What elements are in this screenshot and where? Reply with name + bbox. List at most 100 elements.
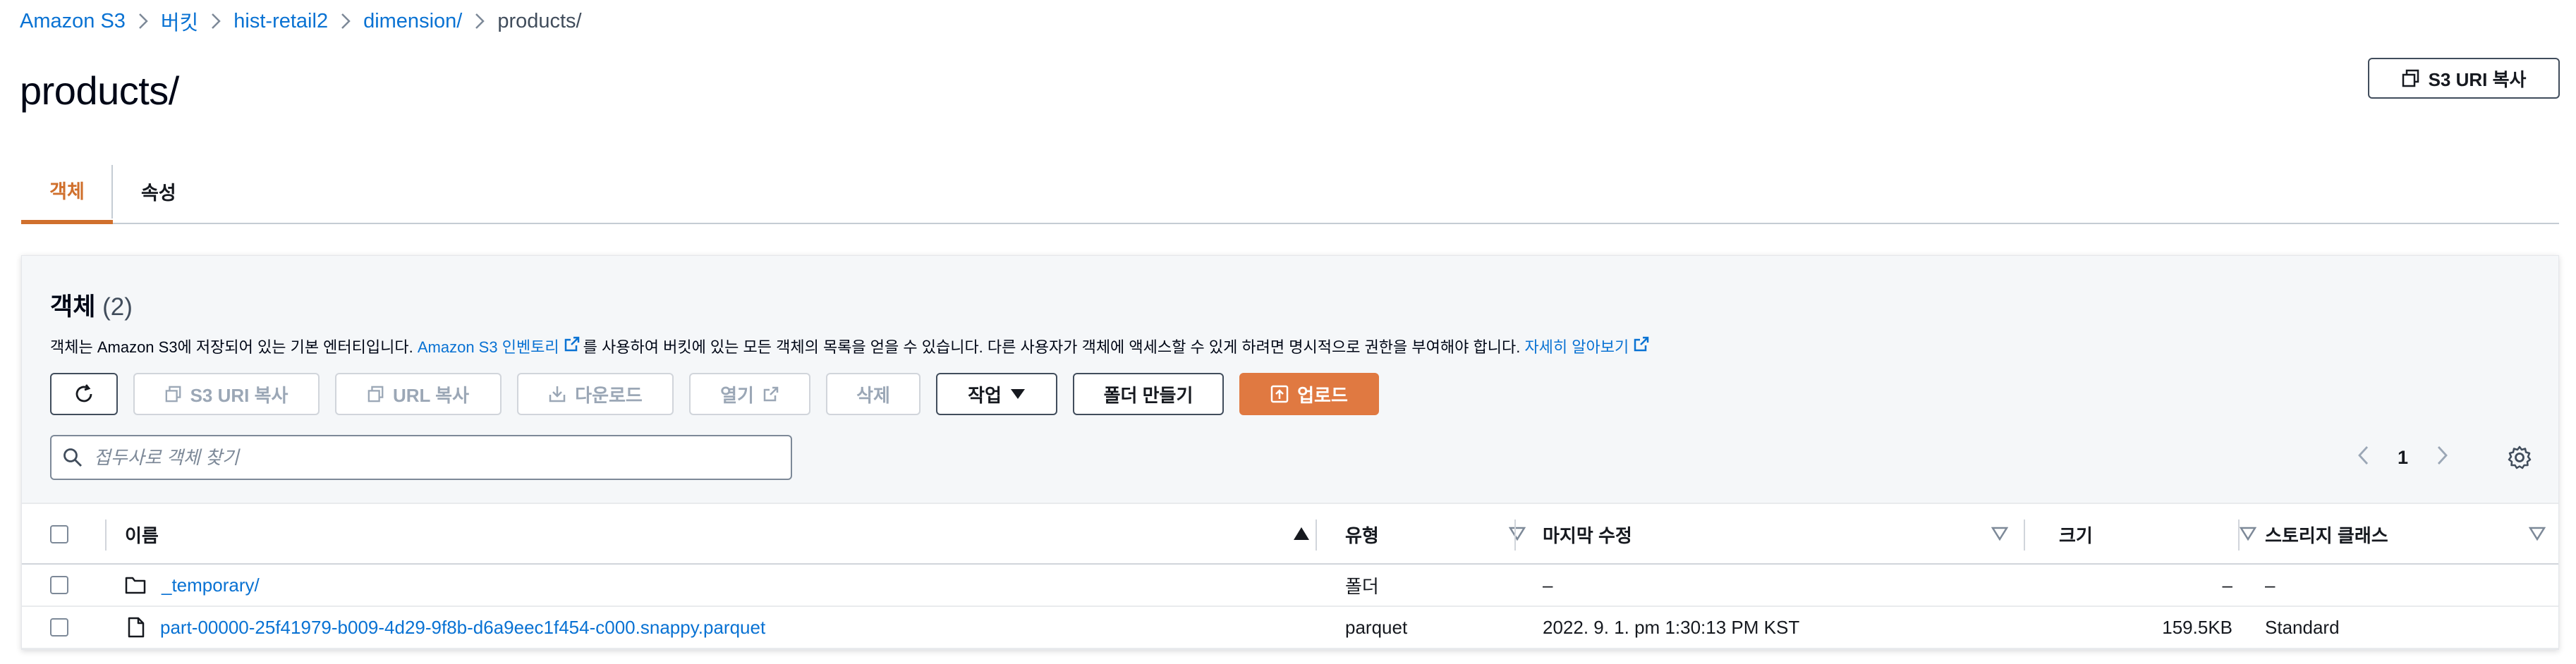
object-type: parquet [1345,616,1408,638]
object-type: 폴더 [1345,575,1379,597]
inventory-link[interactable]: Amazon S3 인벤토리 [418,335,559,357]
row-checkbox[interactable] [50,565,68,605]
column-divider [105,519,107,551]
objects-panel-header: 객체 (2) 객체는 Amazon S3에 저장되어 있는 기본 엔터티입니다.… [22,256,2558,503]
column-header-name[interactable]: 이름 [125,504,1324,565]
tab-list: 객체 속성 [21,159,2559,224]
refresh-icon [75,384,92,402]
tab-properties-label: 속성 [141,182,176,204]
object-name-link[interactable]: _temporary/ [162,574,260,596]
table-row[interactable]: part-00000-25f41979-b009-4d29-9f8b-d6a9e… [22,607,2558,649]
open-button[interactable]: 열기 [689,373,810,415]
copy-s3-uri-toolbar-label: S3 URI 복사 [190,384,288,406]
page-title: products/ [20,68,179,113]
tab-objects[interactable]: 객체 [21,159,113,224]
external-link-icon [1633,336,1650,357]
previous-page-button[interactable] [2357,445,2369,471]
create-folder-label: 폴더 만들기 [1103,384,1193,406]
breadcrumb-dimension[interactable]: dimension/ [363,10,462,33]
column-divider [2238,519,2240,551]
search-icon [63,448,82,467]
external-link-icon [763,386,779,402]
search-box [50,435,792,480]
chevron-left-icon [2358,445,2369,465]
column-divider [1514,519,1516,551]
objects-panel-title: 객체 (2) [50,287,133,323]
breadcrumb-bucket-hist-retail2[interactable]: hist-retail2 [233,10,328,33]
column-divider [2024,519,2025,551]
breadcrumb: Amazon S3 버킷 hist-retail2 dimension/ pro… [20,6,582,36]
upload-icon [1270,385,1289,403]
download-button[interactable]: 다운로드 [517,373,674,415]
tab-divider [111,165,113,219]
column-header-type[interactable]: 유형 [1345,504,1540,565]
actions-dropdown-button[interactable]: 작업 [936,373,1057,415]
next-page-button[interactable] [2436,445,2449,471]
copy-icon [367,386,384,402]
pagination: 1 [2357,435,2449,480]
download-label: 다운로드 [575,384,643,406]
row-checkbox[interactable] [50,607,68,648]
table-row[interactable]: _temporary/ 폴더 – – – [22,565,2558,607]
copy-icon [2402,69,2419,87]
copy-s3-uri-toolbar-button[interactable]: S3 URI 복사 [133,373,320,415]
upload-label: 업로드 [1297,384,1348,406]
object-last-modified: 2022. 9. 1. pm 1:30:13 PM KST [1543,616,1800,638]
copy-s3-uri-button[interactable]: S3 URI 복사 [2368,58,2560,99]
chevron-right-icon [198,13,233,30]
table-settings-button[interactable] [2502,439,2537,476]
copy-s3-uri-label: S3 URI 복사 [2428,68,2527,90]
upload-button[interactable]: 업로드 [1239,373,1379,415]
download-icon [549,386,566,402]
column-storage-class-label: 스토리지 클래스 [2265,524,2388,546]
objects-toolbar: S3 URI 복사 URL 복사 다운로드 열기 삭제 작업 폴더 만들기 업로… [50,373,1379,415]
breadcrumb-buckets[interactable]: 버킷 [161,6,198,36]
sort-icon [1509,527,1526,541]
caret-down-icon [1010,389,1025,399]
current-page-number[interactable]: 1 [2398,447,2408,469]
learn-more-link[interactable]: 자세히 알아보기 [1524,335,1629,357]
description-text-1: 객체는 Amazon S3에 저장되어 있는 기본 엔터티입니다. [50,338,413,356]
object-name-link[interactable]: part-00000-25f41979-b009-4d29-9f8b-d6a9e… [160,617,765,639]
column-size-label: 크기 [2059,524,2093,546]
chevron-right-icon [328,13,363,30]
tab-objects-label: 객체 [49,180,85,202]
sort-icon [2529,527,2546,541]
delete-button[interactable]: 삭제 [826,373,921,415]
object-size: 159.5KB [2162,616,2232,638]
column-type-label: 유형 [1345,524,1379,546]
tab-properties[interactable]: 속성 [141,159,176,223]
refresh-button[interactable] [50,373,118,415]
select-all-checkbox[interactable] [50,504,68,565]
object-storage-class: – [2265,574,2276,596]
chevron-right-icon [462,13,497,30]
description-text-2: 를 사용하여 버킷에 있는 모든 객체의 목록을 얻을 수 있습니다. 다른 사… [583,338,1521,356]
external-link-icon [564,336,581,357]
object-name-cell: _temporary/ [125,565,260,605]
create-folder-button[interactable]: 폴더 만들기 [1073,373,1224,415]
sort-ascending-icon [1294,527,1309,540]
chevron-right-icon [2437,445,2448,465]
column-header-last-modified[interactable]: 마지막 수정 [1543,504,2022,565]
copy-icon [165,386,181,402]
file-icon [128,617,145,638]
gear-icon [2508,445,2532,469]
sort-icon [2240,527,2256,541]
objects-description: 객체는 Amazon S3에 저장되어 있는 기본 엔터티입니다. Amazon… [50,335,1653,357]
copy-url-label: URL 복사 [392,384,470,406]
breadcrumb-current: products/ [497,9,582,32]
folder-icon [125,577,146,594]
object-size: – [2222,574,2232,596]
search-input[interactable] [94,446,771,469]
objects-title-text: 객체 [50,293,96,321]
actions-label: 작업 [968,384,1002,406]
breadcrumb-amazon-s3[interactable]: Amazon S3 [20,10,126,33]
object-last-modified: – [1543,574,1553,596]
delete-label: 삭제 [856,384,890,406]
column-name-label: 이름 [125,524,159,546]
column-divider [1316,519,1317,551]
copy-url-button[interactable]: URL 복사 [335,373,502,415]
column-header-storage-class[interactable]: 스토리지 클래스 [2265,504,2558,565]
object-storage-class: Standard [2265,616,2340,638]
objects-table-header: 이름 유형 마지막 수정 크기 스토리지 클래스 [22,503,2558,565]
